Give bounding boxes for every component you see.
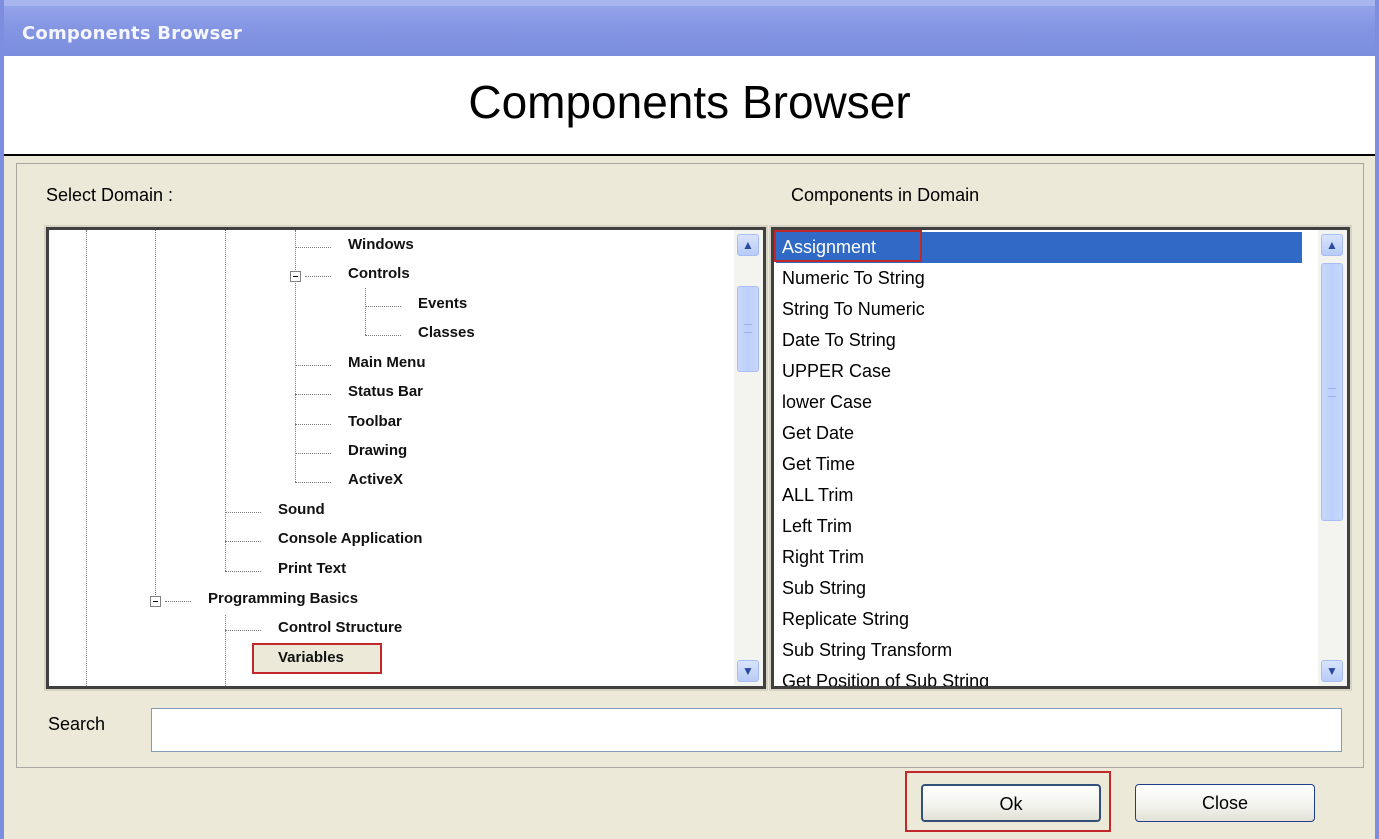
grip-icon [744,324,752,333]
assignment-highlight-box [774,230,922,262]
components-list-viewport: Assignment Numeric To String String To N… [774,230,1304,686]
domain-tree-scroll-thumb[interactable] [737,286,759,372]
list-item[interactable]: ALL Trim [776,480,1302,511]
search-input[interactable] [151,708,1342,752]
list-item[interactable]: Get Date [776,418,1302,449]
domain-tree-scrollbar[interactable]: ▲ ▼ [734,230,763,686]
list-item[interactable]: lower Case [776,387,1302,418]
tree-connector [225,512,261,513]
tree-node-windows[interactable]: Windows [348,236,414,253]
list-item[interactable]: Replicate String [776,604,1302,635]
tree-connector [295,394,331,395]
tree-line [225,230,226,571]
tree-line [155,230,156,605]
list-item[interactable]: Sub String [776,573,1302,604]
tree-connector [225,630,261,631]
tree-node-drawing[interactable]: Drawing [348,442,407,459]
close-button[interactable]: Close [1135,784,1315,822]
components-browser-window: Components Browser Components Browser Se… [0,0,1379,839]
ok-button[interactable]: Ok [921,784,1101,822]
chevron-up-icon[interactable]: ▲ [1321,234,1343,256]
tree-node-console-application[interactable]: Console Application [278,530,422,547]
tree-line [295,230,296,482]
tree-line [225,615,226,686]
tree-node-controls[interactable]: Controls [348,265,410,282]
tree-node-activex[interactable]: ActiveX [348,471,403,488]
tree-node-status-bar[interactable]: Status Bar [348,383,423,400]
tree-connector [365,306,401,307]
select-domain-label: Select Domain : [46,185,174,205]
list-item[interactable]: Get Time [776,449,1302,480]
tree-node-programming-basics[interactable]: Programming Basics [208,590,358,607]
tree-connector [225,571,261,572]
list-item[interactable]: Right Trim [776,542,1302,573]
components-list[interactable]: Assignment Numeric To String String To N… [771,227,1350,689]
title-bar[interactable]: Components Browser [4,0,1375,56]
list-item[interactable]: Numeric To String [776,263,1302,294]
collapse-programming-basics-icon[interactable] [150,596,161,607]
window-title: Components Browser [22,23,242,44]
tree-node-print-text[interactable]: Print Text [278,560,346,577]
tree-connector [305,276,331,277]
tree-node-main-menu[interactable]: Main Menu [348,354,426,371]
components-list-scrollbar[interactable]: ▲ ▼ [1318,230,1347,686]
list-item[interactable]: String To Numeric [776,294,1302,325]
tree-line [365,288,366,335]
list-item[interactable]: UPPER Case [776,356,1302,387]
domain-tree[interactable]: Windows Controls Events Classes Main Men… [46,227,766,689]
tree-connector [365,335,401,336]
components-list-scroll-thumb[interactable] [1321,263,1343,521]
chevron-down-icon[interactable]: ▼ [737,660,759,682]
tree-line [86,230,87,686]
grip-icon [1328,388,1336,397]
components-in-domain-label: Components in Domain [791,185,980,205]
tree-connector [225,541,261,542]
main-panel: Select Domain : Components in Domain Win… [16,163,1364,768]
tree-connector [295,482,331,483]
list-item[interactable]: Date To String [776,325,1302,356]
tree-node-sound[interactable]: Sound [278,501,325,518]
tree-connector [295,424,331,425]
header-banner: Components Browser [4,56,1375,156]
tree-node-toolbar[interactable]: Toolbar [348,413,402,430]
domain-tree-viewport: Windows Controls Events Classes Main Men… [49,230,721,686]
list-item[interactable]: Sub String Transform [776,635,1302,666]
tree-connector [295,453,331,454]
list-item[interactable]: Get Position of Sub String [776,666,1302,686]
tree-connector [295,247,331,248]
tree-connector [165,601,191,602]
tree-node-variables[interactable]: Variables [278,649,344,666]
tree-node-classes[interactable]: Classes [418,324,475,341]
page-title: Components Browser [468,76,911,128]
tree-node-events[interactable]: Events [418,295,467,312]
list-item[interactable]: Left Trim [776,511,1302,542]
tree-node-control-structure[interactable]: Control Structure [278,619,402,636]
chevron-down-icon[interactable]: ▼ [1321,660,1343,682]
search-label: Search [48,714,106,734]
tree-connector [295,365,331,366]
chevron-up-icon[interactable]: ▲ [737,234,759,256]
collapse-controls-icon[interactable] [290,271,301,282]
